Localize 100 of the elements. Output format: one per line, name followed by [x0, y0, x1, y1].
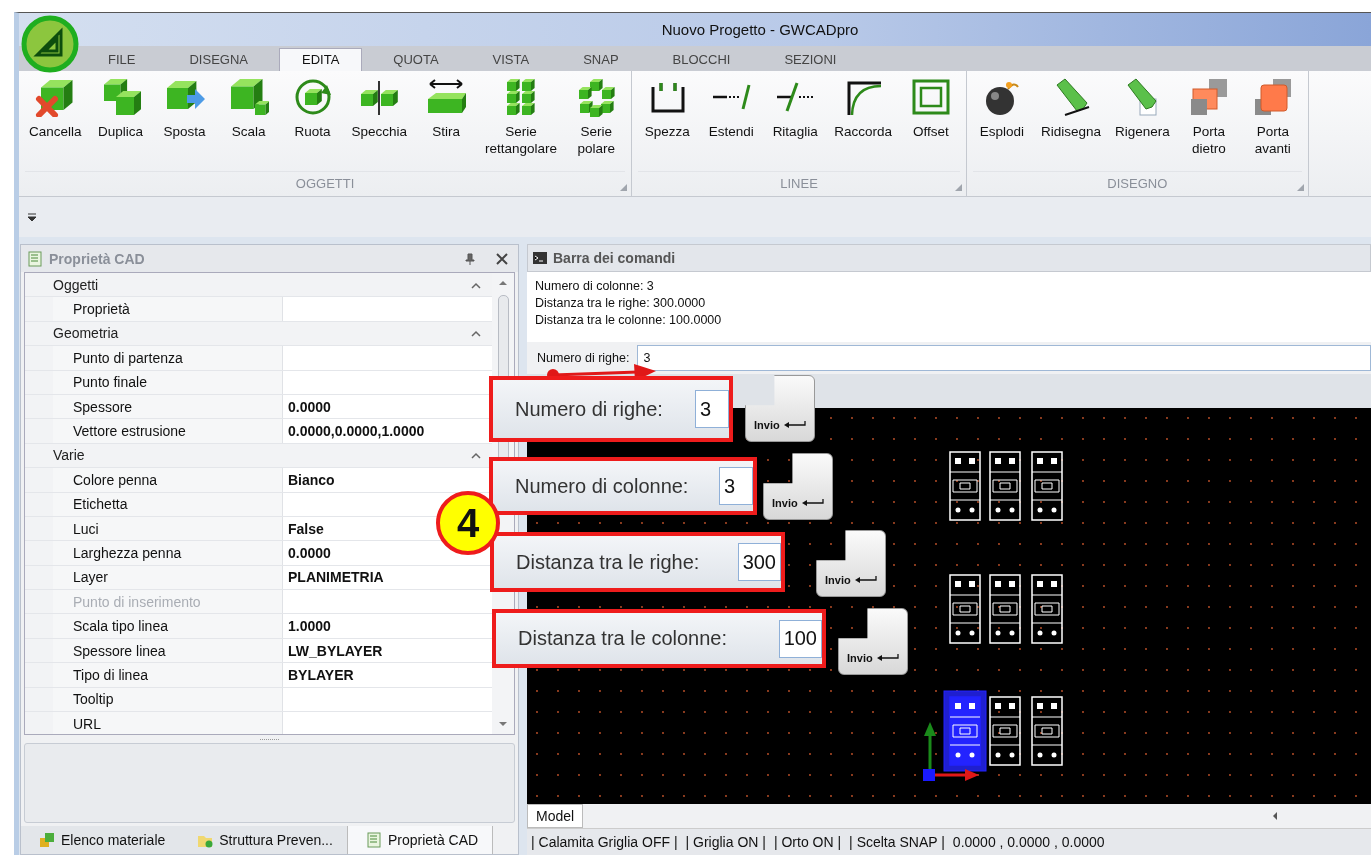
- ribbon-button[interactable]: Ritaglia: [764, 77, 827, 171]
- close-icon[interactable]: [496, 252, 508, 265]
- ribbon-tab[interactable]: SEZIONI: [761, 48, 860, 71]
- property-name: URL: [53, 712, 283, 734]
- launcher-icon[interactable]: [620, 184, 628, 191]
- send-back-icon: [1188, 77, 1229, 117]
- return-arrow-icon: [854, 576, 877, 584]
- property-name: Colore penna: [53, 468, 283, 492]
- property-value-cell[interactable]: BYLAYER: [283, 663, 492, 687]
- property-name: Etichetta: [53, 492, 283, 516]
- property-name: Punto di partenza: [53, 346, 283, 370]
- property-name: Vettore estrusione: [53, 419, 283, 443]
- status-item[interactable]: 0.0000 , 0.0000 , 0.0000: [952, 834, 1105, 850]
- property-value-cell[interactable]: 1.0000: [283, 614, 492, 638]
- input-field[interactable]: 3: [695, 390, 729, 428]
- input-field[interactable]: 3: [719, 467, 753, 505]
- ribbon-button[interactable]: Ruota: [281, 77, 344, 171]
- pin-icon[interactable]: [464, 252, 476, 265]
- property-value-cell[interactable]: [283, 370, 492, 394]
- cube-delete-icon: [35, 77, 76, 117]
- splitter-grip-icon[interactable]: [259, 737, 280, 741]
- ribbon-tab[interactable]: FILE: [85, 48, 159, 71]
- property-name: Tipo di linea: [53, 663, 283, 687]
- ribbon-tab[interactable]: VISTA: [469, 48, 553, 71]
- axis-gizmo-icon[interactable]: [923, 722, 979, 781]
- input-field[interactable]: 100: [778, 619, 822, 658]
- offset-icon: [910, 77, 951, 117]
- ribbon-button[interactable]: Esplodi: [970, 77, 1033, 171]
- property-value-cell[interactable]: [283, 712, 492, 734]
- ribbon-button[interactable]: Raccorda: [828, 77, 898, 171]
- ribbon-button[interactable]: Sposta: [153, 77, 216, 171]
- ribbon-button[interactable]: Serie rettangolare: [479, 77, 564, 171]
- property-value-cell[interactable]: Bianco: [283, 468, 492, 492]
- status-item[interactable]: | Scelta SNAP |: [849, 834, 945, 850]
- group-label: DISEGNO: [972, 171, 1302, 196]
- property-value-cell[interactable]: 0.0000,0.0000,1.0000: [283, 419, 492, 443]
- property-value-cell[interactable]: [283, 297, 492, 321]
- ribbon-button[interactable]: Porta avanti: [1241, 77, 1304, 171]
- command-history-line: Distanza tra le colonne: 100.0000: [535, 312, 723, 329]
- input-field[interactable]: 300: [737, 543, 781, 581]
- window-title: Nuovo Progetto - GWCADpro: [660, 21, 859, 38]
- layout-tab[interactable]: Model: [527, 804, 584, 828]
- property-value-cell[interactable]: [283, 687, 492, 712]
- property-name: Larghezza penna: [53, 541, 283, 565]
- property-name: Proprietà: [53, 297, 283, 321]
- panel-tab[interactable]: Elenco materiale: [21, 826, 180, 854]
- property-value-cell[interactable]: [283, 346, 492, 370]
- property-name: Luci: [53, 516, 283, 541]
- ribbon-button[interactable]: Porta dietro: [1177, 77, 1240, 171]
- ribbon-button[interactable]: Stira: [415, 77, 478, 171]
- category-label: Oggetti: [53, 276, 100, 293]
- document-icon: [365, 832, 382, 848]
- property-value-cell[interactable]: 0.0000: [283, 394, 492, 419]
- ribbon-tab[interactable]: QUOTA: [370, 48, 462, 71]
- ribbon-button[interactable]: Scala: [217, 77, 280, 171]
- ribbon-button[interactable]: Duplica: [89, 77, 152, 171]
- launcher-icon[interactable]: [1296, 184, 1304, 191]
- panel-tab[interactable]: Struttura Preven...: [179, 826, 347, 854]
- collapse-chevron-icon[interactable]: [470, 451, 482, 460]
- customize-dropdown-icon[interactable]: [27, 212, 37, 222]
- ribbon-button[interactable]: Ridisegna: [1034, 77, 1107, 171]
- ribbon-button[interactable]: Rigenera: [1108, 77, 1176, 171]
- status-item[interactable]: | Calamita Griglia OFF |: [531, 834, 678, 850]
- property-name: Scala tipo linea: [53, 614, 283, 638]
- property-value-cell[interactable]: [283, 590, 492, 614]
- terminal-icon: [532, 250, 548, 266]
- bring-front-icon: [1252, 77, 1293, 117]
- ribbon-button[interactable]: Specchia: [345, 77, 414, 171]
- panel-tab[interactable]: Proprietà CAD: [346, 826, 494, 854]
- ribbon-button[interactable]: Cancella: [23, 77, 88, 171]
- key-label: Invio: [754, 419, 780, 431]
- field-label: Numero di righe:: [515, 397, 664, 421]
- command-input[interactable]: 3: [637, 345, 1371, 371]
- property-name: Layer: [53, 565, 283, 590]
- ribbon-button[interactable]: Spezza: [636, 77, 699, 171]
- collapse-chevron-icon[interactable]: [470, 280, 482, 289]
- status-item[interactable]: | Griglia ON |: [685, 834, 766, 850]
- property-value-cell[interactable]: LW_BYLAYER: [283, 638, 492, 663]
- key-label: Invio: [825, 574, 851, 586]
- category-label: Varie: [53, 447, 86, 464]
- field-label: Distanza tra le colonne:: [518, 627, 728, 650]
- ribbon-button[interactable]: Serie polare: [565, 77, 628, 171]
- boxes-icon: [39, 832, 55, 848]
- ribbon-tab[interactable]: SNAP: [560, 48, 642, 71]
- ribbon-tab[interactable]: EDITA: [279, 48, 363, 71]
- ribbon-button[interactable]: Estendi: [700, 77, 763, 171]
- ribbon-tab[interactable]: DISEGNA: [166, 48, 271, 71]
- status-item[interactable]: | Orto ON |: [773, 834, 842, 850]
- property-name: Spessore linea: [53, 638, 283, 663]
- return-arrow-icon: [876, 654, 899, 662]
- ribbon-tab[interactable]: BLOCCHI: [649, 48, 754, 71]
- collapse-chevron-icon[interactable]: [470, 329, 482, 338]
- launcher-icon[interactable]: [954, 184, 962, 191]
- category-label: Geometria: [53, 325, 120, 342]
- cube-ring-icon: [576, 77, 617, 117]
- field-label: Numero di colonne:: [515, 474, 690, 498]
- ribbon-button[interactable]: Offset: [899, 77, 962, 171]
- property-name: Spessore: [53, 394, 283, 419]
- property-value-cell[interactable]: PLANIMETRIA: [283, 565, 492, 590]
- key-label: Invio: [847, 652, 873, 664]
